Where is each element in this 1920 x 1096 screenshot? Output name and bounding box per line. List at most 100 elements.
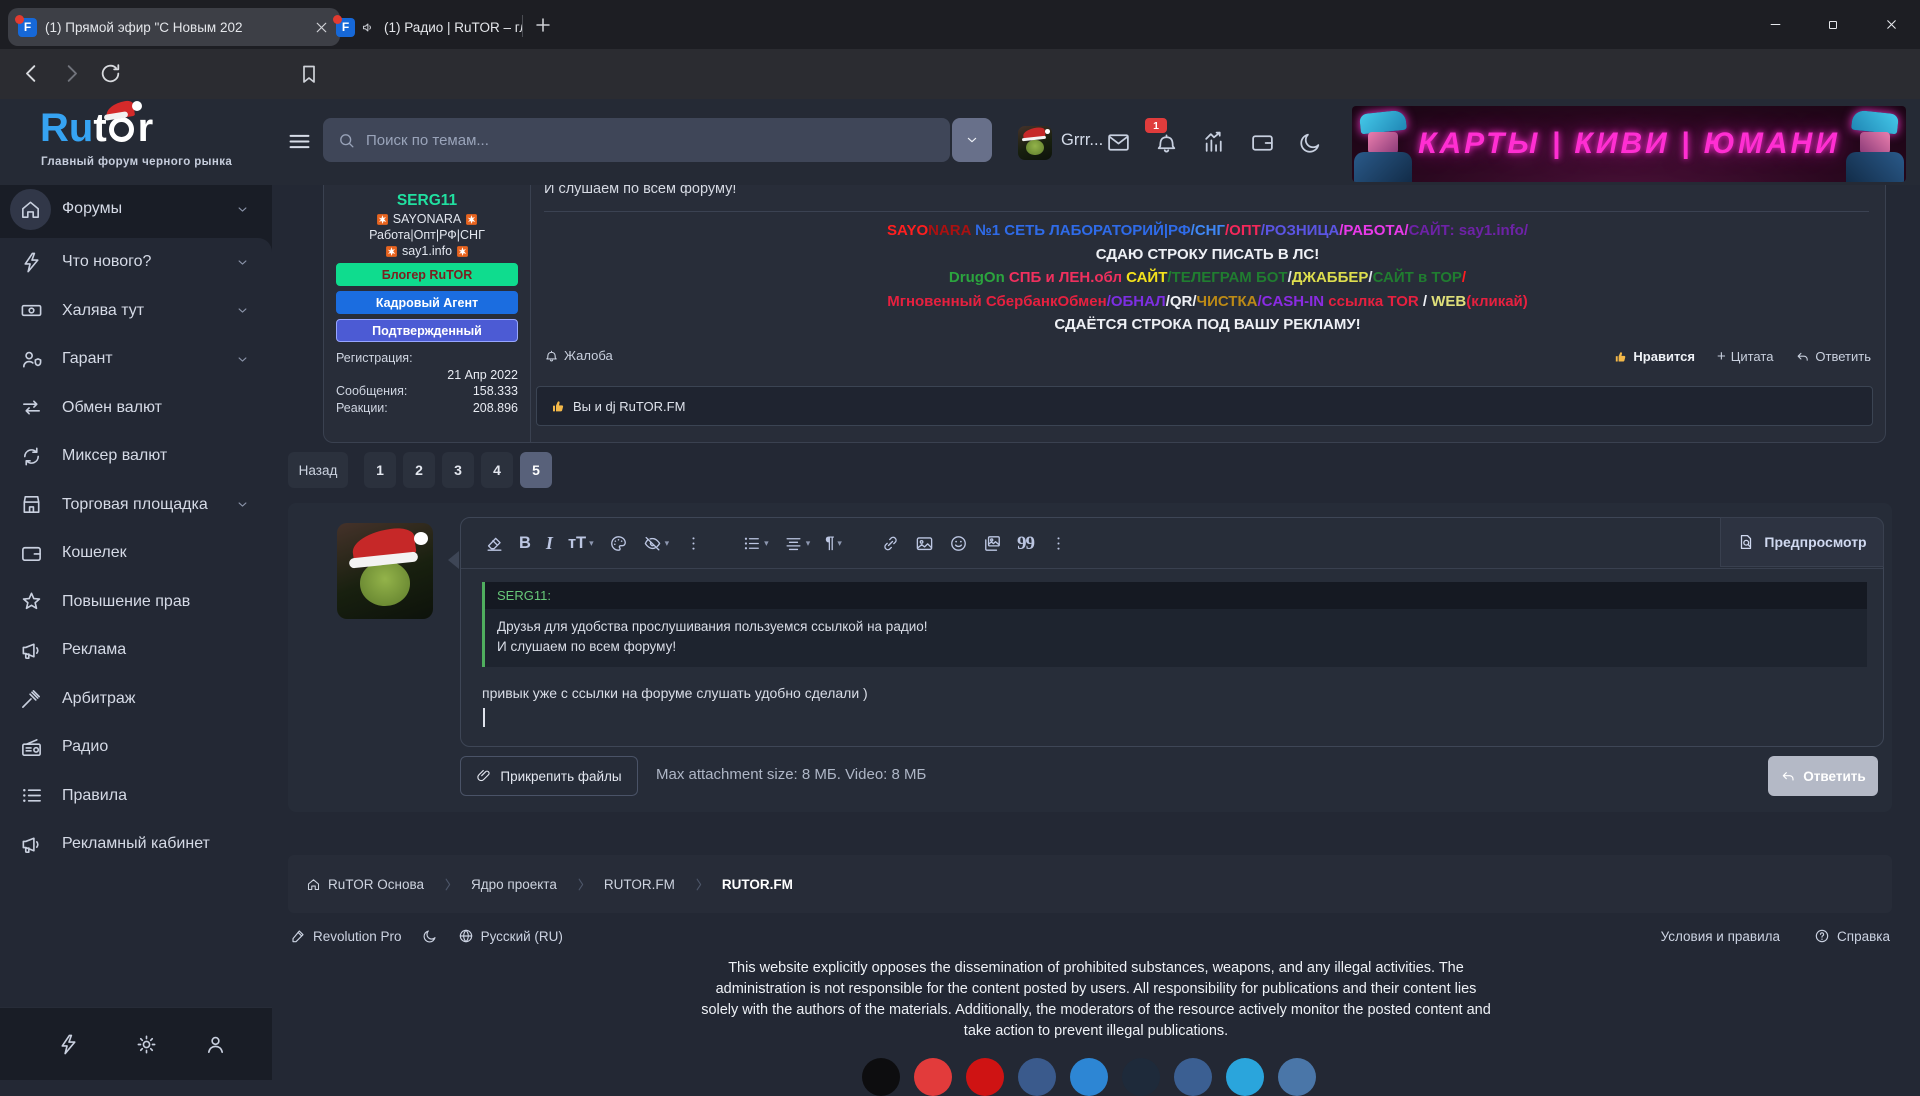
like-button[interactable]: Нравится <box>1613 349 1695 364</box>
editor-typed-text[interactable]: привык уже с ссылки на форуме слушать уд… <box>482 685 868 701</box>
sidebar-item-рекламный-кабинет[interactable]: Рекламный кабинет <box>0 820 272 869</box>
author-username[interactable]: SERG11 <box>324 192 530 210</box>
dotsv-button[interactable] <box>1049 534 1068 553</box>
pagination-page-1[interactable]: 1 <box>364 452 396 488</box>
smile-button[interactable] <box>949 534 968 553</box>
dotsv-button[interactable] <box>684 534 703 553</box>
sidebar-item-миксер-валют[interactable]: Миксер валют <box>0 432 272 481</box>
sidebar-item-форумы[interactable]: Форумы <box>0 185 272 234</box>
sidebar-item-label: Радио <box>62 738 272 756</box>
quote-body: Друзья для удобства прослушивания пользу… <box>485 609 1867 667</box>
social-link[interactable] <box>966 1058 1004 1096</box>
new-tab-button[interactable] <box>532 14 554 36</box>
browser-tab-active[interactable]: F (1) Прямой эфир "С Новым 202 <box>8 8 340 46</box>
pilcrow-button[interactable]: ¶▾ <box>825 534 842 553</box>
tab-close-icon[interactable] <box>313 19 330 36</box>
social-link[interactable] <box>862 1058 900 1096</box>
breadcrumb-item[interactable]: RUTOR.FM <box>722 877 793 892</box>
imageic-button[interactable] <box>915 534 934 553</box>
sidebar-item-арбитраж[interactable]: Арбитраж <box>0 675 272 724</box>
attachment-size-note: Max attachment size: 8 МБ. Video: 8 МБ <box>656 766 926 783</box>
social-link[interactable] <box>1278 1058 1316 1096</box>
linkic-button[interactable] <box>881 534 900 553</box>
window-maximize-button[interactable] <box>1804 0 1862 49</box>
search-options-button[interactable] <box>952 118 992 162</box>
gallery-button[interactable] <box>983 534 1002 553</box>
pagination-page-4[interactable]: 4 <box>481 452 513 488</box>
listul-button[interactable]: ▾ <box>742 534 769 553</box>
pagination-page-5[interactable]: 5 <box>520 452 552 488</box>
language-chooser[interactable]: Русский (RU) <box>458 928 563 944</box>
reload-button[interactable] <box>98 61 123 86</box>
report-button[interactable]: Жалоба <box>544 348 613 363</box>
account-icon[interactable] <box>204 1033 227 1056</box>
social-link[interactable] <box>1070 1058 1108 1096</box>
social-link[interactable] <box>1122 1058 1160 1096</box>
social-link[interactable] <box>1018 1058 1056 1096</box>
preview-button[interactable]: Предпросмотр <box>1720 517 1884 567</box>
alerts-button[interactable]: 1 <box>1154 130 1179 155</box>
sidebar-item-кошелек[interactable]: Кошелек <box>0 529 272 578</box>
tab-title: (1) Радио | RuTOR – главный фор <box>384 20 522 35</box>
window-minimize-button[interactable] <box>1746 0 1804 49</box>
sidebar-item-торговая-площадка[interactable]: Торговая площадка <box>0 481 272 530</box>
forward-button[interactable] <box>58 60 85 87</box>
sidebar-item-халява-тут[interactable]: Халява тут <box>0 287 272 336</box>
statistics-button[interactable] <box>1202 130 1227 155</box>
window-close-button[interactable] <box>1862 0 1920 49</box>
terms-link[interactable]: Условия и правила <box>1661 929 1780 944</box>
sidebar-item-радио[interactable]: Радио <box>0 723 272 772</box>
quote-author[interactable]: SERG11: <box>485 582 1867 609</box>
breadcrumb-item[interactable]: RUTOR.FM <box>604 877 675 892</box>
current-user-avatar[interactable] <box>337 523 433 619</box>
quote99-button[interactable]: 99 <box>1017 534 1034 553</box>
sidebar-item-обмен-валют[interactable]: Обмен валют <box>0 384 272 433</box>
breadcrumb-item[interactable]: Ядро проекта <box>471 877 557 892</box>
back-button[interactable] <box>18 60 45 87</box>
theme-toggle-button[interactable] <box>1298 130 1323 155</box>
bookmark-icon[interactable] <box>297 62 321 86</box>
reactions-bar[interactable]: Вы и dj RuTOR.FM <box>536 386 1873 426</box>
browser-tab-inactive[interactable]: F (1) Радио | RuTOR – главный фор <box>330 8 528 46</box>
help-link[interactable]: Справка <box>1814 928 1890 944</box>
menu-toggle-icon[interactable] <box>286 128 313 155</box>
aligncenter-button[interactable]: ▾ <box>784 534 811 553</box>
wallet-button[interactable] <box>1250 130 1275 155</box>
fontsize-button[interactable]: тT▾ <box>568 534 594 553</box>
mixer-icon <box>20 445 43 468</box>
social-link[interactable] <box>1174 1058 1212 1096</box>
quote-button[interactable]: + Цитата <box>1717 348 1773 365</box>
gear-icon[interactable] <box>135 1033 158 1056</box>
sidebar-item-повышение-прав[interactable]: Повышение прав <box>0 578 272 627</box>
eraser-button[interactable] <box>485 534 504 553</box>
social-link[interactable] <box>1226 1058 1264 1096</box>
palette-button[interactable] <box>609 534 628 553</box>
username-link[interactable]: Grrr... <box>1061 131 1103 150</box>
quick-actions-icon[interactable] <box>57 1033 80 1056</box>
sidebar-item-что-нового-[interactable]: Что нового? <box>0 238 272 287</box>
social-link[interactable] <box>914 1058 952 1096</box>
rich-text-editor[interactable]: BIтT▾▾▾▾¶▾99[ ]▾ Предпросмотр SERG11: Др… <box>460 517 1884 747</box>
messages-button[interactable] <box>1106 130 1131 155</box>
pagination-page-3[interactable]: 3 <box>442 452 474 488</box>
sidebar-item-правила[interactable]: Правила <box>0 772 272 821</box>
submit-reply-button[interactable]: Ответить <box>1768 756 1878 796</box>
breadcrumb-item[interactable]: RuTOR Основа <box>306 877 424 892</box>
chevdown-icon <box>235 352 250 367</box>
user-avatar[interactable] <box>1018 126 1052 160</box>
eyeoff-button[interactable]: ▾ <box>643 534 670 553</box>
pagination-page-2[interactable]: 2 <box>403 452 435 488</box>
bold-button[interactable]: B <box>519 534 531 553</box>
italic-button[interactable]: I <box>546 534 553 553</box>
site-logo[interactable]: Rutr <box>40 106 153 150</box>
pagination-back-button[interactable]: Назад <box>288 452 348 488</box>
reply-button[interactable]: Ответить <box>1795 349 1871 364</box>
advertisement-banner[interactable]: КАРТЫ | КИВИ | ЮМАНИ <box>1352 106 1906 182</box>
store-icon <box>20 493 43 516</box>
sidebar-item-гарант[interactable]: Гарант <box>0 335 272 384</box>
style-chooser[interactable]: Revolution Pro <box>290 928 402 944</box>
attach-files-button[interactable]: Прикрепить файлы <box>460 756 638 796</box>
search-input[interactable]: Поиск по темам... <box>323 118 950 162</box>
moon-icon[interactable] <box>422 928 438 944</box>
sidebar-item-реклама[interactable]: Реклама <box>0 626 272 675</box>
